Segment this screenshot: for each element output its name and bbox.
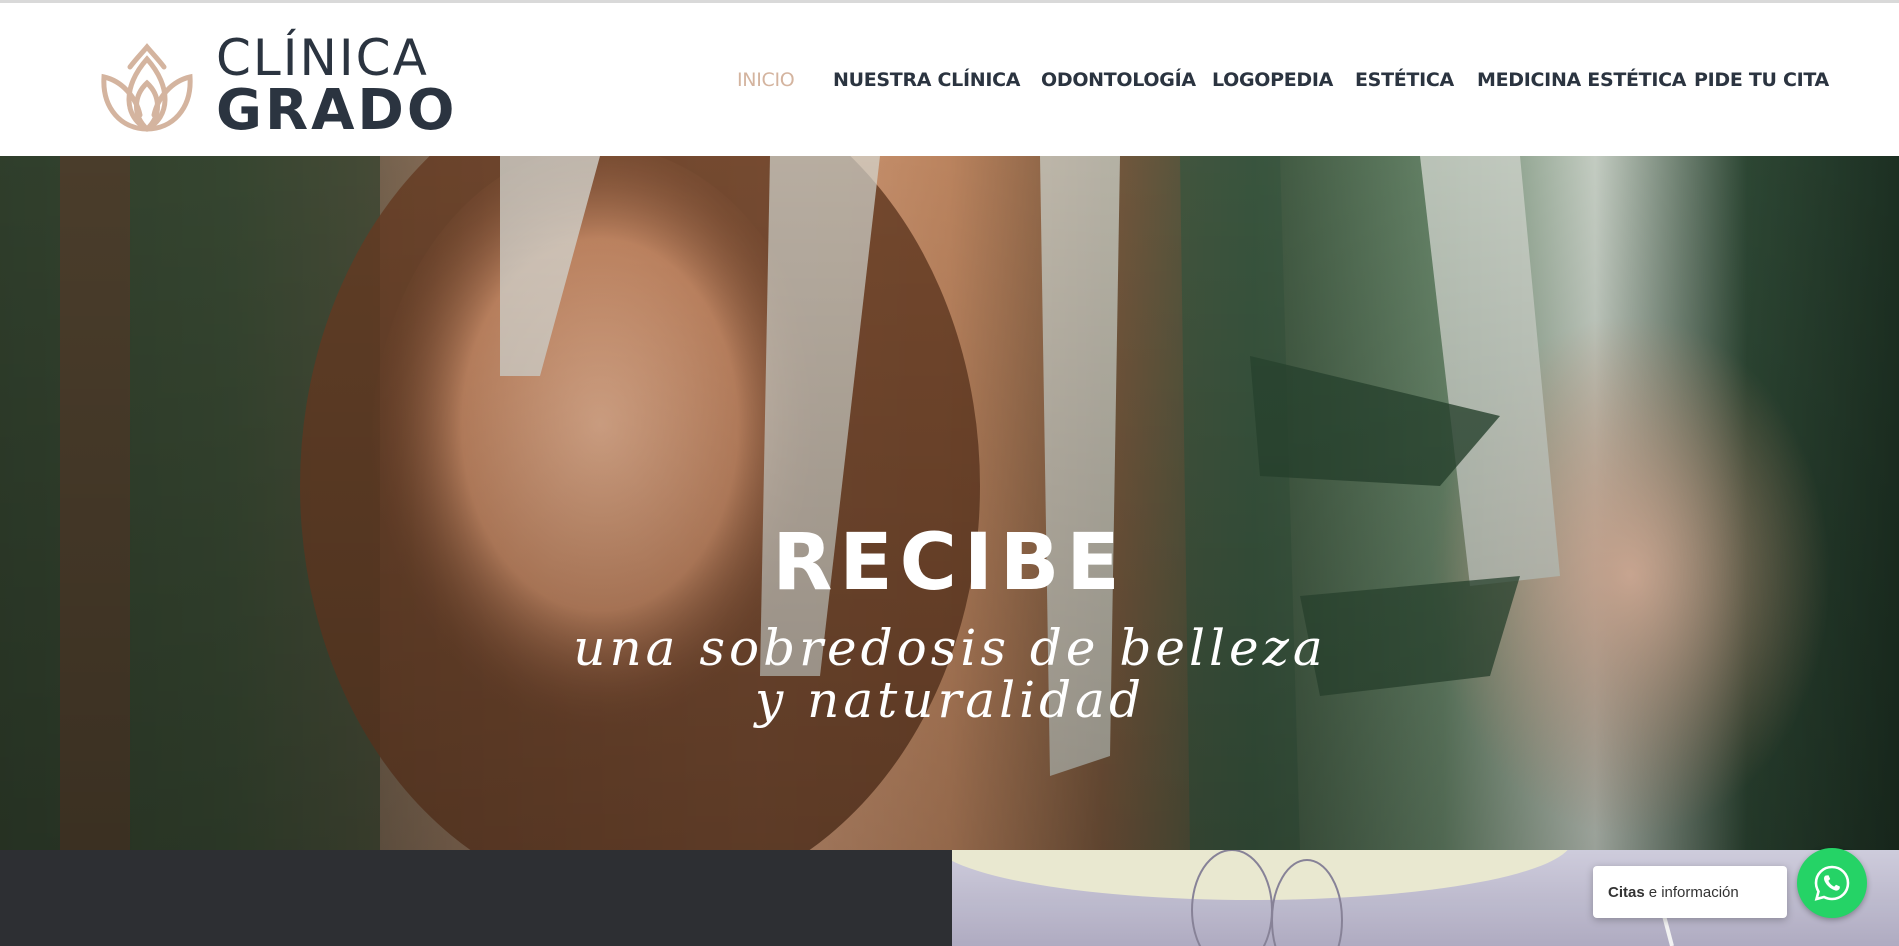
nav-item-inicio[interactable]: INICIO bbox=[737, 69, 795, 91]
nav-item-nuestra-clinica[interactable]: NUESTRA CLÍNICA bbox=[833, 69, 1020, 91]
hero-subtitle: una sobredosis de belleza y naturalidad bbox=[573, 619, 1327, 729]
whatsapp-icon bbox=[1814, 865, 1850, 901]
hero-banner: RECIBE una sobredosis de belleza y natur… bbox=[0, 156, 1899, 850]
main-nav: INICIO NUESTRA CLÍNICA ODONTOLOGÍA LOGOP… bbox=[0, 69, 1899, 93]
nav-item-estetica[interactable]: ESTÉTICA bbox=[1355, 69, 1454, 91]
dark-section-panel bbox=[0, 850, 952, 946]
hero-background-image bbox=[0, 156, 1899, 850]
nav-item-logopedia[interactable]: LOGOPEDIA bbox=[1212, 69, 1333, 91]
whatsapp-button[interactable] bbox=[1797, 848, 1867, 918]
nav-item-medicina-estetica[interactable]: MEDICINA ESTÉTICA bbox=[1477, 69, 1686, 91]
nav-item-pide-tu-cita[interactable]: PIDE TU CITA bbox=[1694, 69, 1829, 91]
whatsapp-tooltip[interactable]: Citas e información bbox=[1593, 866, 1787, 918]
nav-item-odontologia[interactable]: ODONTOLOGÍA bbox=[1041, 69, 1196, 91]
whatsapp-tooltip-bold: Citas bbox=[1608, 883, 1645, 901]
hero-title: RECIBE bbox=[772, 518, 1127, 608]
whatsapp-tooltip-text: e información bbox=[1648, 883, 1739, 901]
site-header: CLÍNICA GRADO INICIO NUESTRA CLÍNICA ODO… bbox=[0, 3, 1899, 156]
